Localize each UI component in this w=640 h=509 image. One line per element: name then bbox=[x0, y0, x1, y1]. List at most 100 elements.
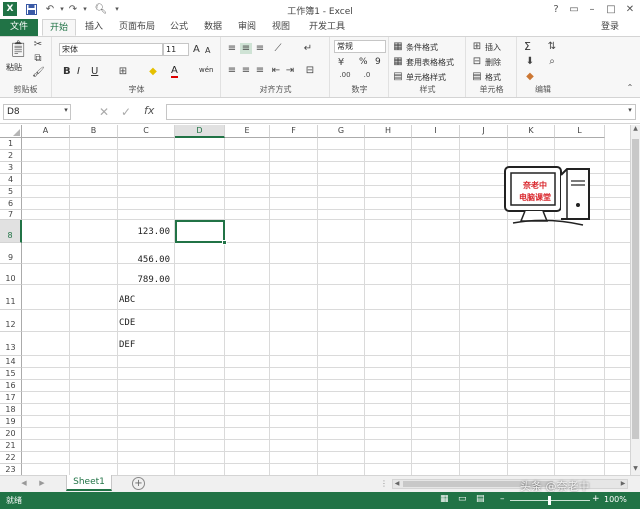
align-bottom-icon[interactable]: ≡ bbox=[254, 43, 266, 54]
column-header-d[interactable]: D bbox=[175, 125, 225, 138]
shrink-font-icon[interactable]: A bbox=[205, 46, 210, 55]
cancel-icon[interactable]: ✕ bbox=[98, 105, 110, 119]
logo-picture[interactable]: 奈老中 电脑课堂 bbox=[503, 161, 591, 231]
underline-button[interactable]: U bbox=[91, 66, 98, 77]
row-header-14[interactable]: 14 bbox=[0, 356, 22, 368]
column-header-e[interactable]: E bbox=[225, 125, 270, 138]
row-header-12[interactable]: 12 bbox=[0, 310, 22, 332]
insert-cells-icon[interactable]: ⊞ bbox=[471, 41, 483, 52]
fill-color-icon[interactable]: ◆ bbox=[147, 66, 159, 77]
decrease-indent-icon[interactable]: ⇤ bbox=[270, 65, 282, 76]
cell-c10[interactable]: 789.00 bbox=[118, 275, 170, 285]
row-header-20[interactable]: 20 bbox=[0, 428, 22, 440]
font-name-select[interactable]: 宋体 bbox=[59, 43, 163, 56]
scroll-up-icon[interactable]: ▲ bbox=[631, 125, 640, 135]
next-sheet-icon[interactable]: ▶ bbox=[36, 479, 48, 487]
insert-function-icon[interactable]: fx bbox=[144, 104, 154, 117]
decrease-decimal-icon[interactable]: .0 bbox=[361, 71, 373, 79]
row-header-7[interactable]: 7 bbox=[0, 210, 22, 220]
new-sheet-button[interactable]: + bbox=[132, 477, 145, 490]
cell-c9[interactable]: 456.00 bbox=[118, 255, 170, 265]
column-header-a[interactable]: A bbox=[22, 125, 70, 138]
column-header-l[interactable]: L bbox=[555, 125, 605, 138]
row-header-16[interactable]: 16 bbox=[0, 380, 22, 392]
select-all-button[interactable] bbox=[0, 125, 22, 138]
phonetic-icon[interactable]: wén bbox=[199, 66, 213, 74]
format-cells-button[interactable]: 格式 bbox=[485, 72, 501, 83]
column-header-k[interactable]: K bbox=[508, 125, 555, 138]
help-icon[interactable]: ? bbox=[546, 1, 566, 17]
tab-developer[interactable]: 开发工具 bbox=[304, 19, 350, 36]
row-header-22[interactable]: 22 bbox=[0, 452, 22, 464]
borders-icon[interactable]: ⊞ bbox=[117, 66, 129, 77]
collapse-ribbon-icon[interactable]: ⌃ bbox=[624, 83, 636, 92]
tab-home[interactable]: 开始 bbox=[42, 19, 76, 36]
column-header-i[interactable]: I bbox=[412, 125, 460, 138]
paste-button[interactable]: 粘贴 bbox=[6, 62, 22, 73]
row-header-21[interactable]: 21 bbox=[0, 440, 22, 452]
login-link[interactable]: 登录 bbox=[598, 19, 622, 36]
tab-insert[interactable]: 插入 bbox=[80, 19, 108, 36]
row-header-3[interactable]: 3 bbox=[0, 162, 22, 174]
worksheet-grid[interactable]: ABCDEFGHIJKL 1 2 3 4 5 6 7 8 9 10 11 12 13 14 15 16 17 18… bbox=[0, 125, 630, 475]
align-left-icon[interactable]: ≡ bbox=[226, 65, 238, 76]
grow-font-icon[interactable]: A bbox=[193, 44, 200, 55]
fill-icon[interactable]: ⬇ bbox=[524, 56, 536, 67]
bold-button[interactable]: B bbox=[63, 66, 71, 77]
row-header-6[interactable]: 6 bbox=[0, 198, 22, 210]
vertical-scrollbar[interactable]: ▲ ▼ bbox=[630, 125, 640, 475]
paste-icon[interactable]: 📋︎ bbox=[8, 39, 28, 58]
insert-cells-button[interactable]: 插入 bbox=[485, 42, 501, 53]
row-header-5[interactable]: 5 bbox=[0, 186, 22, 198]
row-header-4[interactable]: 4 bbox=[0, 174, 22, 186]
format-cells-icon[interactable]: ▤ bbox=[471, 71, 483, 82]
horizontal-scrollbar[interactable]: ◀ ▶ bbox=[392, 479, 628, 489]
increase-decimal-icon[interactable]: .00 bbox=[339, 71, 351, 79]
normal-view-icon[interactable]: ▦ bbox=[440, 494, 449, 504]
scroll-down-icon[interactable]: ▼ bbox=[631, 465, 640, 475]
row-header-8[interactable]: 8 bbox=[0, 220, 22, 243]
row-header-18[interactable]: 18 bbox=[0, 404, 22, 416]
cell-c11[interactable]: ABC bbox=[119, 295, 135, 305]
align-middle-icon[interactable]: ≡ bbox=[240, 43, 252, 54]
align-top-icon[interactable]: ≡ bbox=[226, 43, 238, 54]
row-header-17[interactable]: 17 bbox=[0, 392, 22, 404]
ribbon-display-options-icon[interactable]: ▭ bbox=[564, 1, 584, 17]
tab-data[interactable]: 数据 bbox=[200, 19, 226, 36]
column-header-b[interactable]: B bbox=[70, 125, 118, 138]
accounting-format-icon[interactable]: ¥ bbox=[335, 57, 347, 68]
column-header-f[interactable]: F bbox=[270, 125, 318, 138]
find-select-icon[interactable]: ⌕ bbox=[546, 56, 558, 67]
column-header-j[interactable]: J bbox=[460, 125, 508, 138]
row-header-23[interactable]: 23 bbox=[0, 464, 22, 475]
format-as-table-icon[interactable]: ▦ bbox=[392, 56, 404, 67]
tab-review[interactable]: 审阅 bbox=[234, 19, 260, 36]
font-size-select[interactable]: 11 bbox=[163, 43, 189, 56]
copy-icon[interactable]: ⧉ bbox=[32, 53, 44, 64]
scroll-right-icon[interactable]: ▶ bbox=[619, 480, 627, 488]
scroll-left-icon[interactable]: ◀ bbox=[393, 480, 401, 488]
merge-center-icon[interactable]: ⊟ bbox=[304, 65, 316, 76]
delete-cells-icon[interactable]: ⊟ bbox=[471, 56, 483, 67]
clear-icon[interactable]: ◆ bbox=[524, 71, 536, 82]
tab-view[interactable]: 视图 bbox=[268, 19, 294, 36]
minimize-button[interactable]: – bbox=[582, 1, 602, 17]
cut-icon[interactable]: ✂ bbox=[32, 39, 44, 50]
row-header-13[interactable]: 13 bbox=[0, 332, 22, 356]
wrap-text-icon[interactable]: ↵ bbox=[302, 43, 314, 54]
row-header-2[interactable]: 2 bbox=[0, 150, 22, 162]
conditional-format-icon[interactable]: ▦ bbox=[392, 41, 404, 52]
vertical-scroll-thumb[interactable] bbox=[632, 139, 639, 439]
tab-page-layout[interactable]: 页面布局 bbox=[114, 19, 160, 36]
tab-file[interactable]: 文件 bbox=[0, 19, 38, 36]
row-header-10[interactable]: 10 bbox=[0, 264, 22, 285]
cell-styles-button[interactable]: 单元格样式 bbox=[406, 72, 446, 83]
align-center-icon[interactable]: ≡ bbox=[240, 65, 252, 76]
sheet-tab-sheet1[interactable]: Sheet1 bbox=[66, 475, 112, 491]
prev-sheet-icon[interactable]: ◀ bbox=[18, 479, 30, 487]
cell-c8[interactable]: 123.00 bbox=[118, 227, 170, 237]
sort-filter-icon[interactable]: ⇅ bbox=[546, 41, 558, 52]
comma-style-button[interactable]: 9 bbox=[375, 57, 381, 67]
zoom-level[interactable]: 100% bbox=[604, 495, 627, 504]
restore-button[interactable]: □ bbox=[601, 1, 621, 17]
